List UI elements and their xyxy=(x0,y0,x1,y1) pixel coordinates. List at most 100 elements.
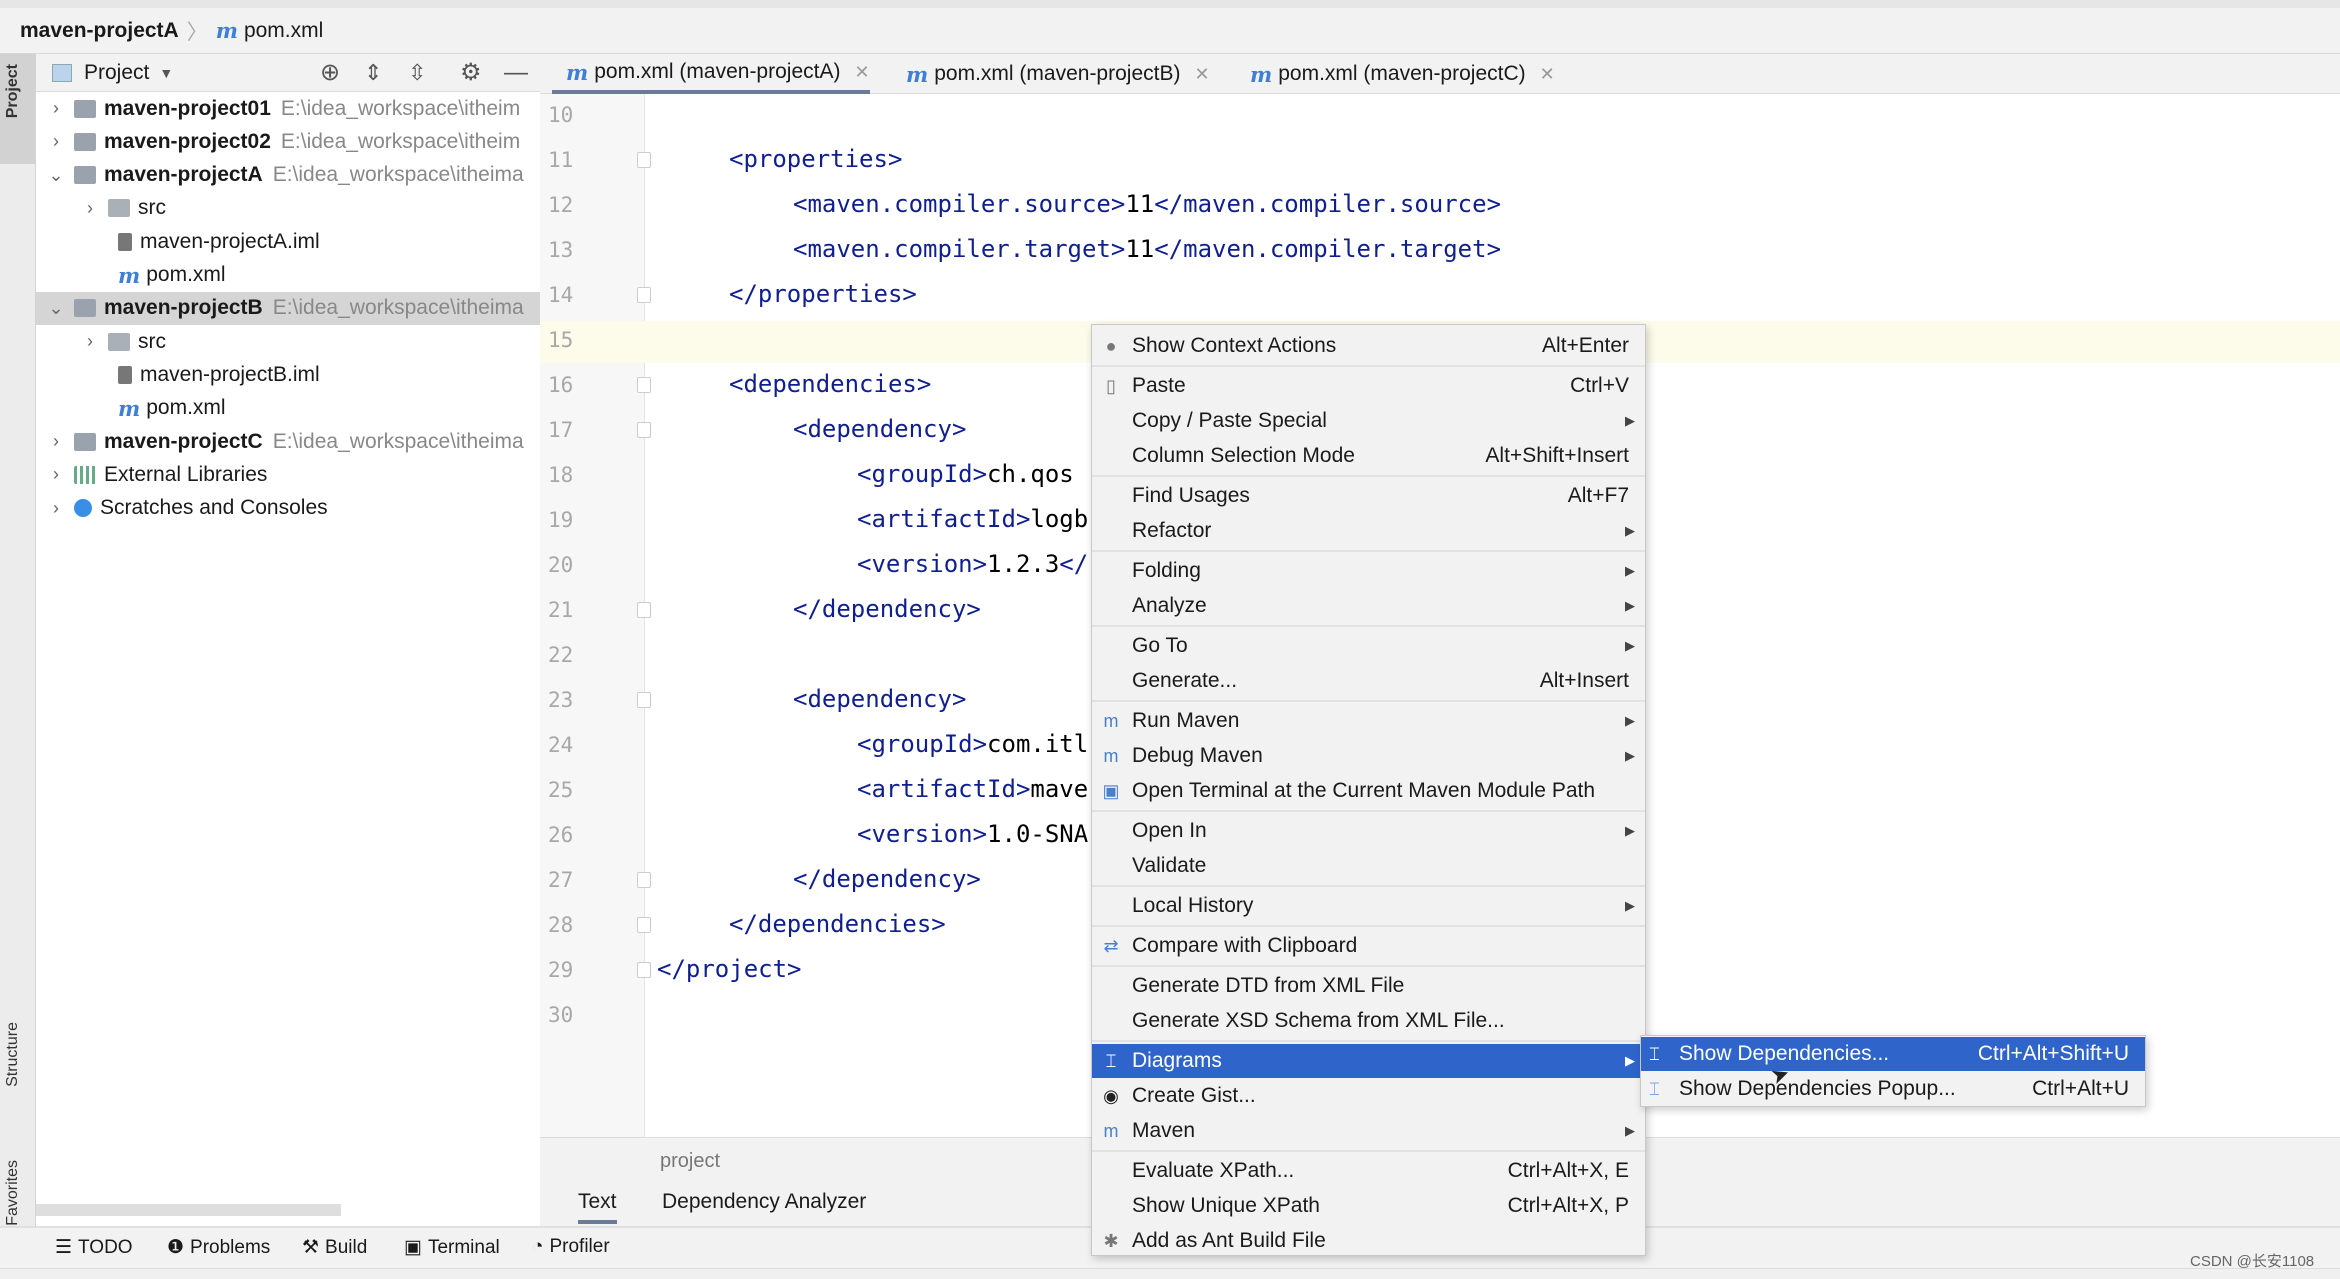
menu-item[interactable]: Open In ▶ xyxy=(1092,814,1645,848)
chevron-right-icon[interactable]: › xyxy=(80,331,100,352)
editor-tab[interactable]: m pom.xml (maven-projectB) ✕ xyxy=(892,54,1210,94)
tree-item-label: maven-project01 xyxy=(104,96,271,120)
menu-item-label: Copy / Paste Special xyxy=(1132,409,1327,432)
menu-item[interactable]: Find Usages Alt+F7 xyxy=(1092,479,1645,513)
build-tool-button[interactable]: ⚒ Build xyxy=(302,1236,367,1259)
close-icon[interactable]: ✕ xyxy=(854,62,869,83)
breadcrumb-project[interactable]: maven-projectA xyxy=(20,19,179,43)
tab-label: pom.xml (maven-projectC) xyxy=(1278,62,1526,85)
chevron-right-icon[interactable]: › xyxy=(46,431,66,452)
chevron-down-icon[interactable]: ▼ xyxy=(159,65,173,81)
tree-item[interactable]: › maven-project02 E:\idea_workspace\itheim xyxy=(36,125,540,158)
close-icon[interactable]: ✕ xyxy=(1194,64,1209,85)
xml-text: 1.2.3 xyxy=(987,550,1060,578)
menu-item[interactable]: Column Selection Mode Alt+Shift+Insert xyxy=(1092,439,1645,473)
chevron-right-icon[interactable]: › xyxy=(46,498,66,519)
breadcrumb-file[interactable]: pom.xml xyxy=(244,19,323,43)
menu-item[interactable]: ● Show Context Actions Alt+Enter xyxy=(1092,329,1645,363)
menu-item[interactable]: Show Unique XPath Ctrl+Alt+X, P xyxy=(1092,1189,1645,1223)
tab-text[interactable]: Text xyxy=(578,1190,617,1224)
fold-marker-icon[interactable] xyxy=(637,872,651,888)
close-icon[interactable]: ✕ xyxy=(1540,64,1555,85)
fold-marker-icon[interactable] xyxy=(637,602,651,618)
project-view-selector[interactable]: Project xyxy=(84,61,149,85)
fold-marker-icon[interactable] xyxy=(637,152,651,168)
fold-marker-icon[interactable] xyxy=(637,287,651,303)
tree-item[interactable]: ⌄ maven-projectA E:\idea_workspace\itheima xyxy=(36,159,540,192)
menu-item[interactable]: Validate xyxy=(1092,849,1645,883)
tree-item[interactable]: m pom.xml xyxy=(36,392,540,425)
expand-all-icon[interactable]: ⇕ xyxy=(364,60,382,86)
fold-marker-icon[interactable] xyxy=(637,962,651,978)
menu-item[interactable]: m Debug Maven ▶ xyxy=(1092,739,1645,773)
horizontal-scrollbar[interactable] xyxy=(36,1204,341,1216)
menu-item[interactable]: Generate XSD Schema from XML File... xyxy=(1092,1004,1645,1038)
menu-item[interactable]: Analyze ▶ xyxy=(1092,589,1645,623)
tree-item[interactable]: ⌄ maven-projectB E:\idea_workspace\itheima xyxy=(36,291,540,325)
menu-item[interactable]: ◉ Create Gist... xyxy=(1092,1079,1645,1113)
menu-item[interactable]: ▯ Paste Ctrl+V xyxy=(1092,369,1645,403)
chevron-right-icon[interactable]: › xyxy=(80,198,100,219)
chevron-right-icon[interactable]: › xyxy=(46,98,66,119)
editor-tab[interactable]: m pom.xml (maven-projectC) ✕ xyxy=(1236,54,1555,94)
chevron-down-icon[interactable]: ⌄ xyxy=(46,298,66,319)
menu-item[interactable]: Generate... Alt+Insert xyxy=(1092,664,1645,698)
fold-marker-icon[interactable] xyxy=(637,917,651,933)
fold-marker-icon[interactable] xyxy=(637,377,651,393)
menu-item[interactable]: ⌶ Diagrams ▶ xyxy=(1092,1044,1645,1078)
gear-icon[interactable]: ⚙ xyxy=(460,58,482,87)
menu-item[interactable]: ⇄ Compare with Clipboard xyxy=(1092,929,1645,963)
editor-tab[interactable]: m pom.xml (maven-projectA) ✕ xyxy=(552,54,870,94)
menu-item-label: Show Context Actions xyxy=(1132,334,1337,357)
collapse-all-icon[interactable]: ⇳ xyxy=(408,60,426,86)
chevron-right-icon[interactable]: › xyxy=(46,464,66,485)
menu-item[interactable]: m Maven ▶ xyxy=(1092,1114,1645,1148)
locate-icon[interactable]: ⊕ xyxy=(320,58,340,87)
tree-item[interactable]: › maven-project01 E:\idea_workspace\itheim xyxy=(36,92,540,125)
tree-item[interactable]: maven-projectA.iml xyxy=(36,225,540,258)
editor-tabs: m pom.xml (maven-projectA) ✕ m pom.xml (mave… xyxy=(540,54,2340,94)
menu-item[interactable]: ▣ Open Terminal at the Current Maven Modu… xyxy=(1092,774,1645,808)
submenu-item[interactable]: ⌶ Show Dependencies... Ctrl+Alt+Shift+U xyxy=(1641,1037,2145,1071)
chevron-down-icon[interactable]: ⌄ xyxy=(46,165,66,186)
tree-item[interactable]: › Scratches and Consoles xyxy=(36,492,540,525)
code-line: </dependency> xyxy=(793,865,981,893)
menu-item[interactable]: m Run Maven ▶ xyxy=(1092,704,1645,738)
hide-icon[interactable]: — xyxy=(504,59,528,87)
tree-item[interactable]: maven-projectB.iml xyxy=(36,358,540,391)
tree-item[interactable]: m pom.xml xyxy=(36,259,540,292)
menu-item[interactable]: ✱ Add as Ant Build File xyxy=(1092,1224,1645,1258)
menu-item[interactable]: Copy / Paste Special ▶ xyxy=(1092,404,1645,438)
menu-item[interactable]: Evaluate XPath... Ctrl+Alt+X, E xyxy=(1092,1154,1645,1188)
structure-tool-button[interactable]: Structure xyxy=(4,1022,22,1087)
fold-marker-icon[interactable] xyxy=(637,692,651,708)
project-tool-button[interactable]: Project xyxy=(4,64,22,118)
tree-item[interactable]: › src xyxy=(36,192,540,225)
submenu-item[interactable]: ⌶ Show Dependencies Popup... Ctrl+Alt+U xyxy=(1641,1072,2145,1106)
menu-item[interactable]: Refactor ▶ xyxy=(1092,514,1645,548)
folder-icon xyxy=(108,199,130,218)
chevron-right-icon[interactable]: › xyxy=(46,131,66,152)
terminal-tool-button[interactable]: ▣ Terminal xyxy=(404,1236,500,1259)
todo-tool-button[interactable]: ☰ TODO xyxy=(55,1236,133,1259)
profiler-tool-button[interactable]: ◔ Profiler xyxy=(532,1236,610,1258)
tree-item[interactable]: › src xyxy=(36,325,540,358)
tab-dependency-analyzer[interactable]: Dependency Analyzer xyxy=(662,1190,866,1214)
xml-breadcrumb[interactable]: project xyxy=(660,1150,720,1173)
code-line: </dependencies> xyxy=(729,910,946,938)
xml-tag: </dependencies> xyxy=(729,910,946,938)
line-number: 15 xyxy=(548,328,574,352)
tree-item[interactable]: › External Libraries xyxy=(36,458,540,491)
fold-marker-icon[interactable] xyxy=(637,422,651,438)
menu-item[interactable]: Local History ▶ xyxy=(1092,889,1645,923)
problems-tool-button[interactable]: ❶ Problems xyxy=(167,1236,270,1259)
favorites-tool-button[interactable]: Favorites xyxy=(4,1160,22,1226)
menu-item[interactable]: Go To ▶ xyxy=(1092,629,1645,663)
submenu-item-label: Show Dependencies Popup... xyxy=(1679,1077,1956,1100)
menu-item[interactable]: Folding ▶ xyxy=(1092,554,1645,588)
menu-separator xyxy=(1092,550,1645,552)
breadcrumb-separator: 〉 xyxy=(186,20,208,44)
menu-item-label: Paste xyxy=(1132,374,1186,397)
menu-item[interactable]: Generate DTD from XML File xyxy=(1092,969,1645,1003)
tree-item[interactable]: › maven-projectC E:\idea_workspace\itheima xyxy=(36,425,540,458)
